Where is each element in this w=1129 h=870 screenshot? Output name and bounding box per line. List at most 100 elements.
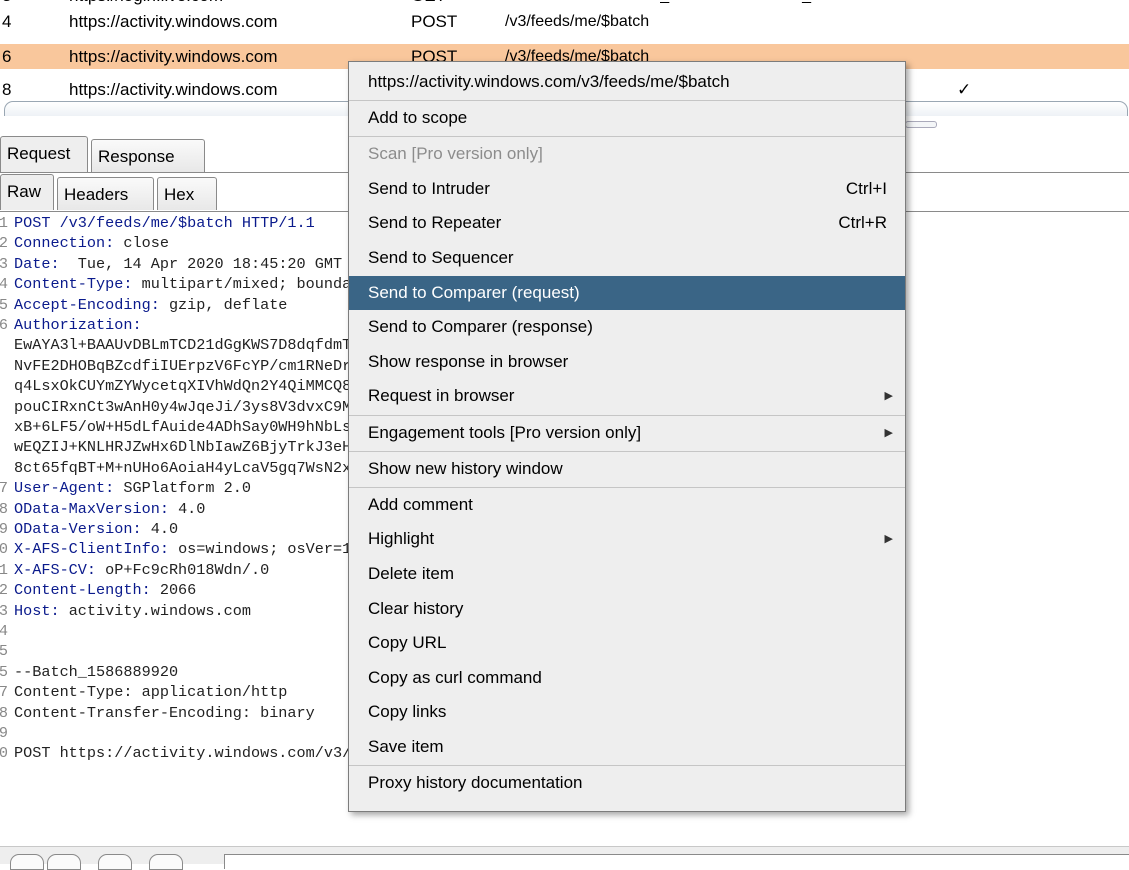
row-host: https://activity.windows.com [69,12,278,31]
menu-item-show-new-history-window[interactable]: Show new history window [349,452,905,486]
menu-item-label: Send to Comparer (request) [368,282,580,302]
submenu-arrow-icon: ▶ [884,426,893,439]
table-row[interactable]: 4 https://activity.windows.com POST/v3/fee… [0,10,1129,34]
header-value: --Batch_1586889920 [14,662,179,681]
next-button[interactable] [149,854,183,870]
tab-response[interactable]: Response [91,139,205,172]
line-text: --Batch_1586889920 [14,662,178,682]
add-button[interactable] [98,854,132,870]
header-name: Authorization: [14,316,142,334]
line-text: Connection: close [14,233,169,253]
search-input[interactable] [224,854,1129,869]
line-text: X-AFS-CV: oP+Fc9cRh018Wdn/.0 [14,560,269,580]
tab-hex[interactable]: Hex [157,177,217,210]
menu-item-label: Scan [Pro version only] [368,144,543,164]
menu-item-scan-pro-version-only[interactable]: Scan [Pro version only] [349,137,905,171]
menu-item-engagement-tools-pro-version-only[interactable]: Engagement tools [Pro version only] ▶ [349,416,905,450]
header-value: 4.0 [141,520,179,538]
menu-item-label: Send to Repeater [368,213,502,233]
menu-item-request-in-browser[interactable]: Request in browser ▶ [349,379,905,413]
menu-item-label: Save item [368,736,444,756]
line-text: Content-Transfer-Encoding: binary [14,703,315,723]
header-value: Tue, 14 Apr 2020 18:45:20 GMT [59,254,343,273]
help-button[interactable] [10,854,44,870]
row-host: https://activity.windows.com [69,80,278,99]
header-value: close [114,234,169,253]
menu-item-show-response-in-browser[interactable]: Show response in browser [349,345,905,379]
menu-item-url[interactable]: https://activity.windows.com/v3/feeds/me… [349,65,905,99]
menu-item-add-to-scope[interactable]: Add to scope [349,101,905,135]
menu-item-label: Request in browser [368,386,515,406]
menu-item-send-to-sequencer[interactable]: Send to Sequencer [349,241,905,275]
menu-item-proxy-history-documentation[interactable]: Proxy history documentation [349,766,905,800]
row-url: /Me.htm?v=3&Include_Read=false&Batch_Dif… [505,0,835,8]
menu-item-highlight[interactable]: Highlight ▶ [349,522,905,556]
header-value: gzip, deflate [159,295,288,314]
line-number: 6 [0,316,8,334]
menu-item-label: Add to scope [368,108,468,128]
menu-item-copy-links[interactable]: Copy links [349,695,905,729]
header-name: Date: [14,254,60,273]
menu-item-label: Engagement tools [Pro version only] [368,422,642,442]
line-number: 7 [0,683,8,702]
line-number: 4 [0,275,8,294]
header-name: Accept-Encoding: [14,295,160,314]
line-number: 0 [0,744,8,763]
menu-item-label: Delete item [368,563,454,583]
line-text: Date: Tue, 14 Apr 2020 18:45:20 GMT [14,254,342,274]
line-text: Content-Length: 2066 [14,580,196,600]
menu-item-send-to-comparer-response[interactable]: Send to Comparer (response) [349,310,905,344]
menu-item-delete-item[interactable]: Delete item [349,557,905,591]
line-number: 5 [0,662,8,681]
menu-item-copy-url[interactable]: Copy URL [349,626,905,660]
header-name: Content-Type: [14,275,133,294]
context-menu: https://activity.windows.com/v3/feeds/me… [348,61,906,812]
row-host: https://activity.windows.com [69,47,278,66]
line-number: 9 [0,520,8,538]
header-name: POST /v3/feeds/me/$batch HTTP/1.1 [14,214,315,232]
header-name: OData-MaxVersion: [14,499,169,518]
header-name: Content-Length: [14,581,151,600]
menu-item-send-to-intruder[interactable]: Send to Intruder Ctrl+I [349,172,905,206]
tab-raw[interactable]: Raw [0,174,54,210]
line-number: 9 [0,724,8,742]
row-status-check: ✓ [957,0,971,8]
tab-request[interactable]: Request [0,136,88,172]
line-number: 5 [0,642,8,661]
menu-item-clear-history[interactable]: Clear history [349,592,905,626]
menu-item-send-to-comparer-request[interactable]: Send to Comparer (request) [349,275,905,310]
line-number: 2 [0,581,8,600]
menu-item-label: Clear history [368,598,464,618]
line-number: 3 [0,601,8,620]
menu-item-label: Send to Intruder [368,178,490,198]
line-number: 2 [0,234,8,253]
menu-item-copy-as-curl-command[interactable]: Copy as curl command [349,661,905,695]
line-number: 5 [0,295,8,314]
line-number: 4 [0,622,8,640]
line-text: Host: activity.windows.com [14,601,251,621]
header-value: 2066 [150,581,197,600]
line-text: Authorization: [14,315,142,335]
menu-item-label: Highlight [368,529,435,549]
scrollbar-thumb[interactable] [905,121,937,128]
menu-item-label: Add comment [368,494,473,514]
row-method: GET [411,0,446,8]
menu-shortcut: Ctrl+I [845,178,887,198]
menu-item-send-to-repeater[interactable]: Send to Repeater Ctrl+R [349,206,905,240]
line-text: User-Agent: SGPlatform 2.0 [14,478,251,498]
previous-button[interactable] [47,854,81,870]
header-name: User-Agent: [14,479,115,498]
menu-item-label: Show new history window [368,458,563,478]
menu-item-add-comment[interactable]: Add comment [349,488,905,522]
header-name: X-AFS-CV: [14,560,97,579]
menu-item-save-item[interactable]: Save item [349,730,905,764]
line-text: Content-Type: application/http [14,682,287,702]
menu-item-label: Copy as curl command [368,667,542,687]
line-number: 7 [0,479,8,498]
table-row[interactable]: 3 https://login.live.com GET/Me.htm?v=3&In… [0,0,1129,8]
row-number: 6 [2,47,12,66]
tab-headers[interactable]: Headers [57,177,154,210]
menu-shortcut: Ctrl+R [838,213,887,233]
menu-item-label: Show response in browser [368,351,569,371]
line-text: POST /v3/feeds/me/$batch HTTP/1.1 [14,213,315,233]
